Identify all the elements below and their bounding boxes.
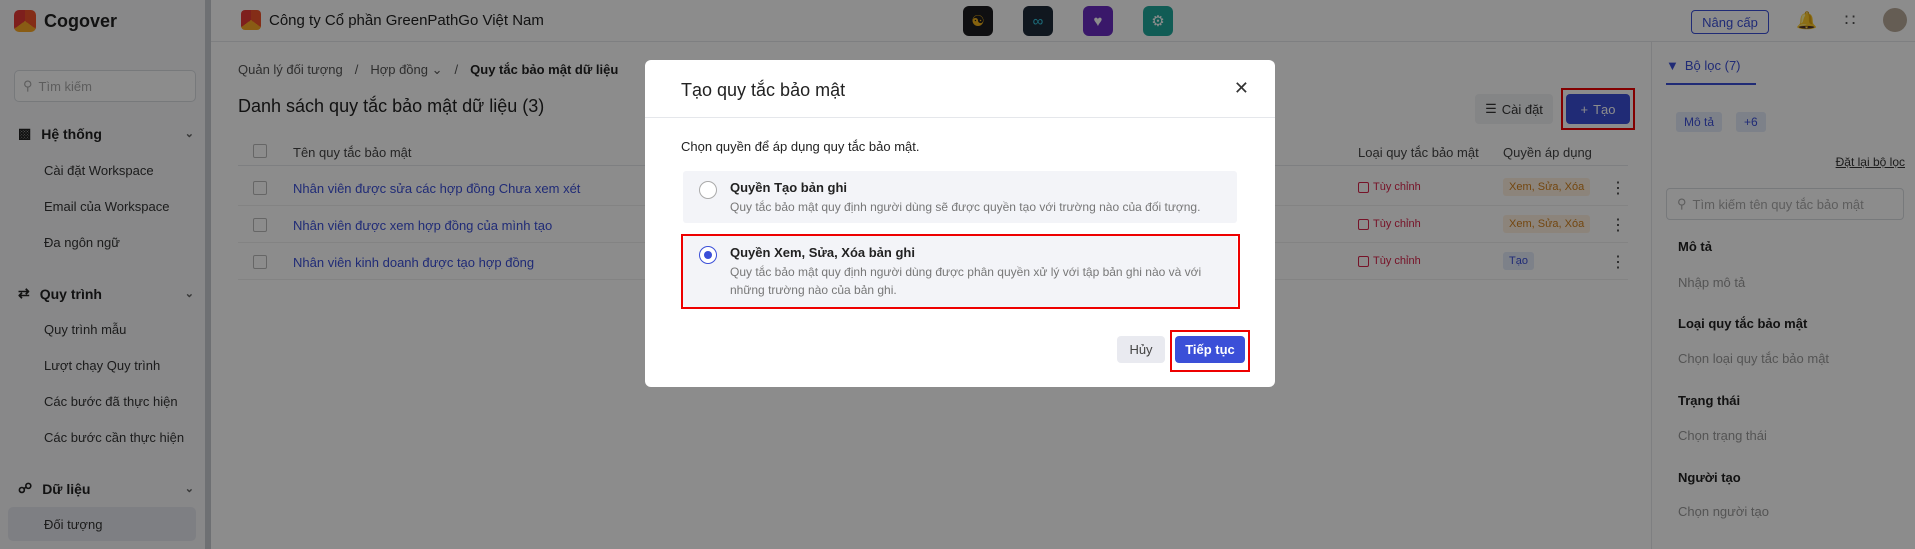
option-title: Quyền Tạo bản ghi [730,180,848,195]
radio-create-permission[interactable] [699,181,717,199]
highlight-continue-button [1170,330,1250,372]
close-icon[interactable]: ✕ [1234,78,1249,99]
option-create-permission[interactable]: Quyền Tạo bản ghi Quy tắc bảo mật quy đị… [683,171,1237,223]
cancel-button[interactable]: Hủy [1117,336,1165,363]
create-rule-dialog: Tạo quy tắc bảo mật ✕ Chọn quyền để áp d… [645,60,1275,387]
dialog-intro: Chọn quyền để áp dụng quy tắc bảo mật. [681,139,920,154]
option-description: Quy tắc bảo mật quy định người dùng sẽ đ… [730,200,1201,214]
divider [645,117,1275,118]
dialog-title: Tạo quy tắc bảo mật [681,80,846,100]
highlight-selected-option [681,234,1240,309]
